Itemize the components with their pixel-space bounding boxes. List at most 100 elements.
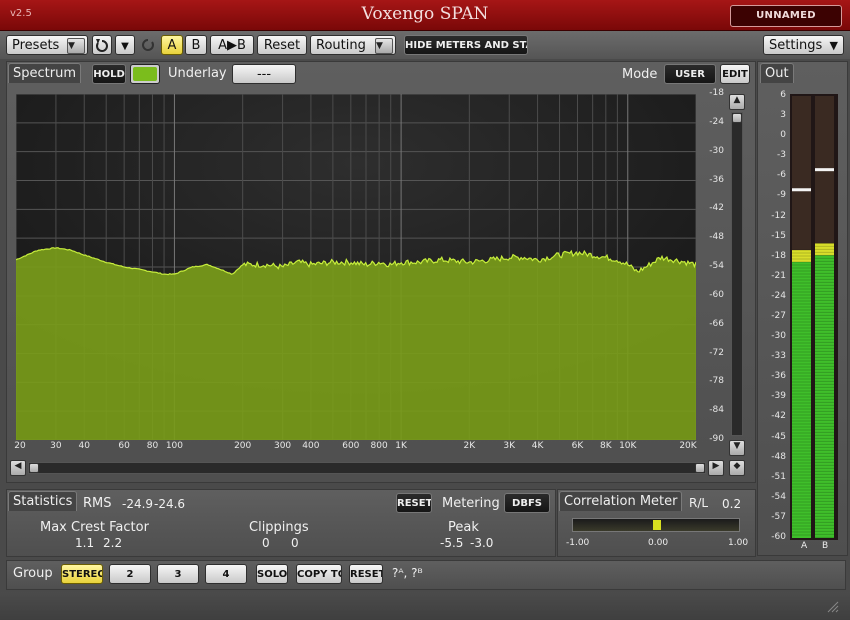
channel-b-peak-hold — [815, 168, 834, 172]
out-tick-label: -27 — [771, 311, 786, 321]
toolbar: Presets ▼ ▼ A B A▶B Reset Routing ▼ HIDE… — [0, 31, 850, 59]
resize-grip-icon[interactable] — [826, 600, 840, 614]
statistics-reset-button[interactable]: RESET — [396, 493, 432, 513]
out-tick-label: -54 — [771, 491, 786, 502]
spectrum-graph[interactable] — [16, 94, 696, 440]
help-links[interactable]: ?ᴬ, ?ᴮ — [392, 566, 423, 580]
out-tick-label: -18 — [771, 250, 786, 261]
out-tick-label: -48 — [771, 451, 786, 462]
out-tick-label: 6 — [780, 90, 786, 100]
metering-select[interactable]: DBFS — [504, 493, 550, 513]
mode-user-button[interactable]: USER — [664, 64, 716, 84]
group-3-button[interactable]: 3 — [157, 564, 199, 584]
correlation-tab: Correlation Meter — [559, 491, 683, 511]
scroll-right-button[interactable]: ▶ — [708, 460, 724, 476]
instance-name-button[interactable]: UNNAMED INSTANCE — [730, 5, 842, 41]
frequency-tick-label: 8K — [599, 441, 612, 451]
out-tick-label: -12 — [771, 210, 786, 221]
out-tick-label: -51 — [771, 471, 786, 482]
group-label: Group — [13, 566, 53, 581]
frequency-tick-label: 20K — [679, 441, 697, 451]
underlay-label: Underlay — [168, 66, 227, 81]
db-tick-label: -18 — [709, 88, 724, 98]
routing-label: Routing — [316, 38, 366, 53]
statistics-tab: Statistics — [8, 491, 78, 511]
out-tick-label: -36 — [771, 371, 786, 382]
db-tick-label: -48 — [709, 232, 724, 243]
correlation-mid: 0.00 — [648, 538, 669, 548]
solo-button[interactable]: SOLO — [256, 564, 288, 584]
peak-b: -3.0 — [470, 536, 494, 550]
group-reset-button[interactable]: RESET — [349, 564, 383, 584]
frequency-tick-label: 400 — [302, 441, 320, 451]
db-tick-label: -42 — [709, 203, 724, 214]
frequency-tick-label: 600 — [342, 441, 360, 451]
redo-icon[interactable] — [140, 37, 156, 53]
channel-a-peak-hold — [792, 188, 811, 192]
copy-to-button[interactable]: COPY TO — [296, 564, 342, 584]
out-tick-label: -6 — [777, 170, 786, 181]
reset-button[interactable]: Reset — [257, 35, 307, 55]
mode-edit-button[interactable]: EDIT — [720, 64, 750, 84]
out-tick-label: -39 — [771, 391, 786, 402]
scroll-left-button[interactable]: ◀ — [10, 460, 26, 476]
frequency-tick-label: 60 — [118, 441, 130, 451]
status-strip — [0, 592, 850, 620]
db-tick-label: -54 — [709, 261, 724, 271]
out-tab: Out — [760, 63, 794, 83]
out-tick-label: -60 — [771, 532, 786, 542]
history-dropdown[interactable]: ▼ — [115, 35, 135, 55]
spectrum-area — [16, 247, 696, 440]
frequency-tick-label: 6K — [571, 441, 584, 451]
horizontal-scroll-track[interactable] — [28, 462, 706, 474]
scroll-down-button[interactable]: ▼ — [729, 440, 745, 456]
state-a-button[interactable]: A — [161, 35, 183, 55]
copy-a-to-b-button[interactable]: A▶B — [210, 35, 254, 55]
frequency-tick-label: 80 — [146, 441, 159, 451]
scroll-up-button[interactable]: ▲ — [729, 94, 745, 110]
spectrum-color-swatch[interactable] — [130, 64, 160, 84]
rms-label: RMS — [83, 496, 112, 511]
vertical-scroll-track[interactable] — [731, 112, 743, 436]
horizontal-scroll-thumb-left[interactable] — [29, 463, 39, 473]
chevron-down-icon: ▼ — [375, 38, 393, 54]
out-tick-label: -3 — [777, 150, 786, 161]
frequency-tick-label: 20 — [14, 441, 26, 451]
routing-button[interactable]: Routing ▼ — [310, 35, 396, 55]
settings-label: Settings — [769, 38, 823, 53]
correlation-indicator — [653, 520, 661, 530]
undo-icon — [96, 39, 108, 52]
settings-button[interactable]: Settings ▼ — [763, 35, 844, 55]
peak-a: -5.5 — [440, 536, 464, 550]
correlation-max: 1.00 — [728, 538, 749, 548]
state-b-button[interactable]: B — [185, 35, 207, 55]
frequency-tick-label: 30 — [50, 441, 62, 451]
underlay-select[interactable]: --- — [232, 64, 296, 84]
zoom-reset-button[interactable]: ◆ — [729, 460, 745, 476]
output-level-meter — [790, 94, 838, 540]
color-chip — [133, 67, 157, 81]
title-bar: v2.5 Voxengo SPAN UNNAMED INSTANCE — [0, 0, 850, 41]
horizontal-scroll-thumb-right[interactable] — [695, 463, 705, 473]
correlation-min: -1.00 — [566, 538, 590, 548]
out-tick-label: -9 — [777, 190, 786, 201]
frequency-tick-label: 4K — [531, 441, 544, 451]
hold-button[interactable]: HOLD — [92, 64, 126, 84]
out-tick-label: 0 — [780, 130, 786, 141]
clippings-b: 0 — [291, 536, 299, 550]
vertical-scroll-thumb[interactable] — [732, 113, 742, 123]
frequency-tick-label: 1K — [395, 441, 407, 451]
channel-a-label: A — [801, 541, 808, 551]
group-2-button[interactable]: 2 — [109, 564, 151, 584]
undo-button[interactable] — [92, 35, 112, 55]
presets-button[interactable]: Presets ▼ — [6, 35, 88, 55]
peak-label: Peak — [448, 520, 479, 535]
frequency-tick-label: 800 — [370, 441, 388, 451]
hide-meters-button[interactable]: HIDE METERS AND STATS — [404, 35, 528, 55]
db-tick-label: -72 — [709, 347, 724, 358]
chevron-down-icon: ▼ — [121, 41, 129, 52]
db-tick-label: -84 — [709, 405, 724, 416]
mode-label: Mode — [622, 67, 658, 82]
group-4-button[interactable]: 4 — [205, 564, 247, 584]
group-stereo-button[interactable]: STEREO — [61, 564, 103, 584]
